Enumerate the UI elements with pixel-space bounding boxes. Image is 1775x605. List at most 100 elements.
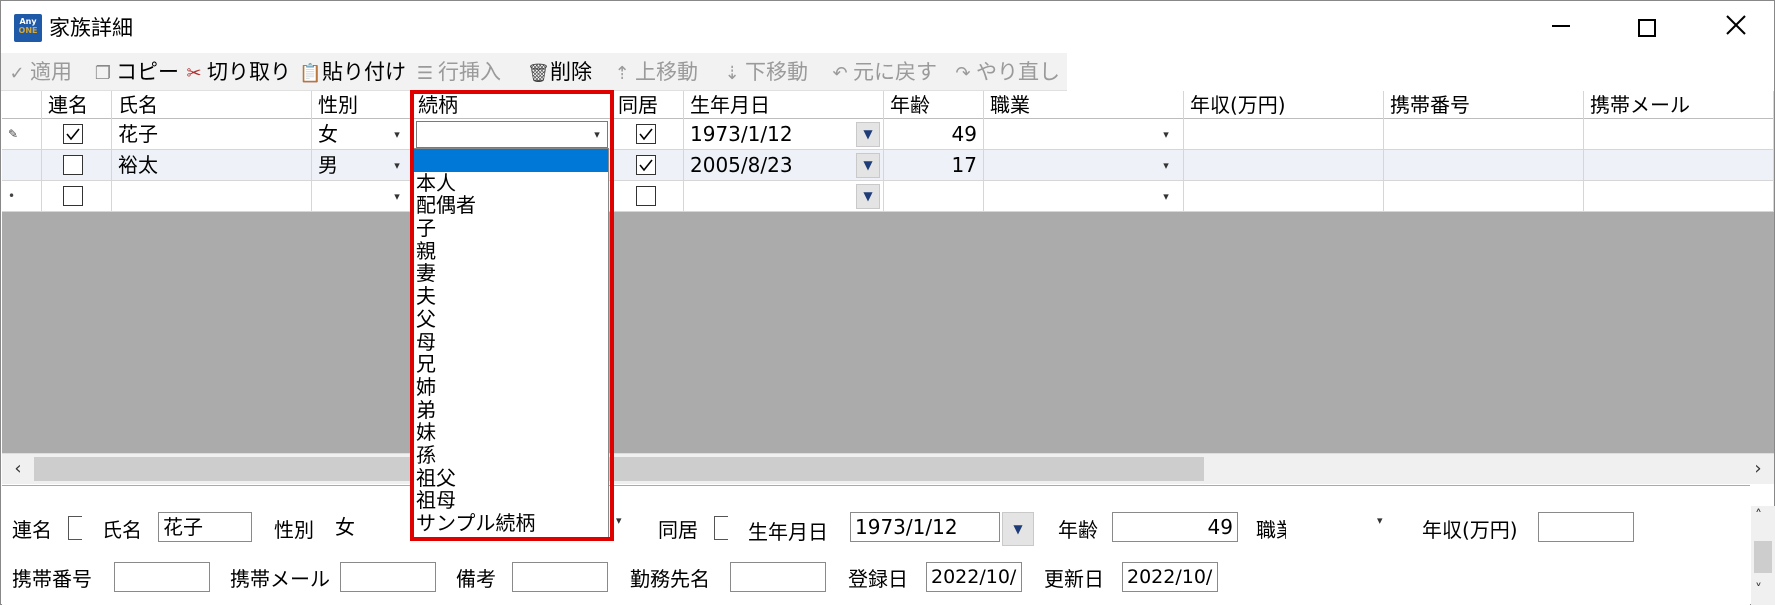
row-selector[interactable]: • — [2, 181, 42, 212]
name-cell[interactable] — [112, 181, 312, 212]
mail-cell[interactable] — [1584, 119, 1774, 150]
chevron-down-icon[interactable]: ▾ — [387, 156, 407, 175]
column-header-income[interactable]: 年収(万円) — [1184, 91, 1384, 119]
dropdown-option[interactable]: サンプル続柄 — [413, 512, 608, 535]
column-header-phone[interactable]: 携帯番号 — [1384, 91, 1584, 119]
dokyo-detail-checkbox[interactable] — [714, 516, 728, 540]
phone-cell[interactable] — [1384, 181, 1584, 212]
paste-button[interactable]: 📋貼り付け — [299, 59, 406, 85]
chevron-down-icon[interactable]: ▾ — [1156, 187, 1176, 206]
copy-button[interactable]: ❐ コピー — [93, 59, 179, 85]
chevron-down-icon[interactable]: ▾ — [387, 187, 407, 206]
column-header-name[interactable]: 氏名 — [112, 91, 312, 119]
dokyo-checkbox[interactable] — [636, 155, 656, 175]
vertical-scroll-thumb[interactable] — [1754, 541, 1772, 573]
renmei-checkbox[interactable] — [63, 186, 83, 206]
gender-cell[interactable]: ▾ — [312, 181, 412, 212]
company-field[interactable] — [730, 562, 826, 592]
birth-cell[interactable]: 1973/1/12 ▼ — [684, 119, 884, 150]
horizontal-scroll-thumb[interactable] — [34, 457, 1204, 481]
horizontal-scrollbar[interactable]: ‹ › — [2, 453, 1774, 484]
undo-button[interactable]: ↶ 元に戻す — [830, 59, 937, 85]
income-cell[interactable] — [1184, 150, 1384, 181]
scroll-right-icon[interactable]: › — [1744, 456, 1772, 482]
column-header-job[interactable]: 職業 — [984, 91, 1184, 119]
dropdown-option[interactable]: 姉 — [413, 376, 608, 399]
chevron-down-icon[interactable]: ▾ — [387, 125, 407, 144]
updated-field[interactable]: 2022/10/ — [1122, 562, 1218, 592]
chevron-down-icon[interactable]: ▾ — [1377, 514, 1383, 527]
dokyo-cell[interactable] — [612, 119, 684, 150]
income-cell[interactable] — [1184, 119, 1384, 150]
dropdown-option[interactable]: 夫 — [413, 285, 608, 308]
column-header-relation[interactable]: 続柄 — [412, 91, 612, 119]
age-cell[interactable]: 49 — [884, 119, 984, 150]
move-up-button[interactable]: ⇡ 上移動 — [612, 59, 698, 85]
birth-cell[interactable]: 2005/8/23 ▼ — [684, 150, 884, 181]
chevron-down-icon[interactable]: ▾ — [616, 514, 622, 527]
dropdown-option[interactable]: 配偶者 — [413, 194, 608, 217]
age-cell[interactable] — [884, 181, 984, 212]
dokyo-checkbox[interactable] — [636, 124, 656, 144]
relation-cell[interactable]: ▾ — [412, 119, 612, 150]
dropdown-option[interactable]: 子 — [413, 217, 608, 240]
birth-field[interactable]: 1973/1/12 — [850, 512, 1000, 542]
cut-button[interactable]: ✂ 切り取り — [184, 59, 291, 85]
move-down-button[interactable]: ⇣ 下移動 — [722, 59, 808, 85]
dropdown-option[interactable]: 兄 — [413, 353, 608, 376]
renmei-checkbox[interactable] — [63, 124, 83, 144]
dokyo-cell[interactable] — [612, 150, 684, 181]
renmei-detail-checkbox[interactable] — [68, 516, 82, 540]
gender-field[interactable]: 女 — [330, 512, 420, 542]
age-cell[interactable]: 17 — [884, 150, 984, 181]
name-cell[interactable]: 花子 — [112, 119, 312, 150]
dropdown-option[interactable]: 妹 — [413, 421, 608, 444]
insert-row-button[interactable]: ☰ 行挿入 — [415, 59, 501, 85]
phone-field[interactable] — [114, 562, 210, 592]
dropdown-option[interactable]: 母 — [413, 330, 608, 354]
registered-field[interactable]: 2022/10/ — [926, 562, 1022, 592]
dropdown-option[interactable]: 弟 — [413, 398, 608, 422]
chevron-down-icon[interactable]: ▾ — [1156, 125, 1176, 144]
job-cell[interactable]: ▾ — [984, 181, 1184, 212]
income-field[interactable] — [1538, 512, 1634, 542]
name-cell[interactable]: 裕太 — [112, 150, 312, 181]
calendar-dropdown-icon[interactable]: ▼ — [856, 184, 880, 209]
maximize-button[interactable] — [1617, 7, 1677, 47]
calendar-dropdown-icon[interactable]: ▼ — [856, 122, 880, 147]
minimize-button[interactable] — [1531, 7, 1591, 47]
relation-combobox[interactable]: ▾ — [416, 121, 608, 148]
delete-button[interactable]: 🗑削除 — [527, 59, 592, 85]
mail-cell[interactable] — [1584, 150, 1774, 181]
vertical-scrollbar[interactable]: ˄ ˅ — [1751, 506, 1775, 605]
row-selector[interactable]: ✎ — [2, 119, 42, 150]
job-cell[interactable]: ▾ — [984, 150, 1184, 181]
gender-cell[interactable]: 男 ▾ — [312, 150, 412, 181]
chevron-down-icon[interactable]: ▾ — [587, 125, 607, 144]
dokyo-cell[interactable] — [612, 181, 684, 212]
note-field[interactable] — [512, 562, 608, 592]
name-field[interactable]: 花子 — [158, 512, 252, 542]
relation-dropdown-list[interactable]: 本人 配偶者 子 親 妻 夫 父 母 兄 姉 弟 妹 孫 祖父 祖母 サンプル続… — [412, 148, 609, 538]
gender-cell[interactable]: 女 ▾ — [312, 119, 412, 150]
renmei-cell[interactable] — [42, 181, 112, 212]
birth-cell[interactable]: ▼ — [684, 181, 884, 212]
job-cell[interactable]: ▾ — [984, 119, 1184, 150]
phone-cell[interactable] — [1384, 150, 1584, 181]
scroll-down-icon[interactable]: ˅ — [1755, 582, 1762, 598]
table-row[interactable]: ✎ 花子 女 ▾ ▾ 1973/1/12 ▼ 49 ▾ — [2, 119, 1774, 150]
mail-field[interactable] — [340, 562, 436, 592]
apply-button[interactable]: ✓ 適用 — [7, 59, 72, 85]
dropdown-option[interactable]: 父 — [413, 308, 608, 331]
mail-cell[interactable] — [1584, 181, 1774, 212]
renmei-cell[interactable] — [42, 150, 112, 181]
close-button[interactable] — [1706, 7, 1766, 47]
column-header-age[interactable]: 年齢 — [884, 91, 984, 119]
row-selector[interactable] — [2, 150, 42, 181]
redo-button[interactable]: ↷ やり直し — [953, 59, 1060, 85]
column-header-birth[interactable]: 生年月日 — [684, 91, 884, 119]
scroll-up-icon[interactable]: ˄ — [1755, 508, 1762, 524]
calendar-dropdown-icon[interactable]: ▼ — [1002, 512, 1034, 546]
dropdown-option[interactable]: 親 — [413, 240, 608, 263]
table-row[interactable]: 裕太 男 ▾ 2005/8/23 ▼ 17 ▾ — [2, 150, 1774, 181]
